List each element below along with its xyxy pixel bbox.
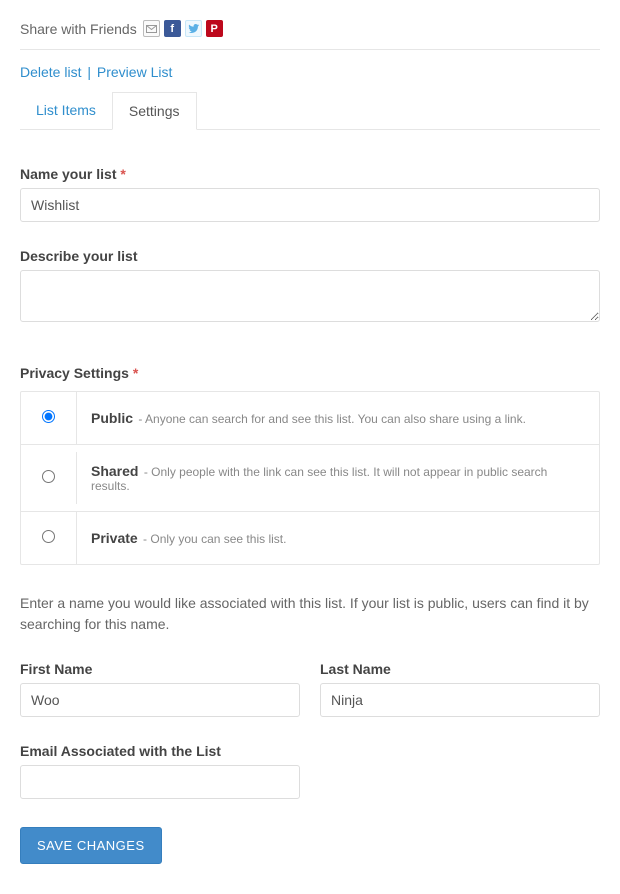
twitter-icon[interactable] [185, 20, 202, 37]
privacy-label-cell: Shared - Only people with the link can s… [77, 445, 599, 511]
share-icons: f P [143, 20, 223, 37]
required-mark: * [133, 365, 138, 381]
first-name-col: First Name [20, 661, 300, 717]
privacy-radio-cell [21, 392, 77, 444]
first-name-input[interactable] [20, 683, 300, 717]
preview-list-link[interactable]: Preview List [97, 64, 172, 80]
describe-label: Describe your list [20, 248, 600, 264]
privacy-radio-shared[interactable] [42, 470, 55, 483]
delete-list-link[interactable]: Delete list [20, 64, 81, 80]
first-name-label: First Name [20, 661, 300, 677]
privacy-row-shared: Shared - Only people with the link can s… [21, 445, 599, 512]
privacy-radio-public[interactable] [42, 410, 55, 423]
privacy-desc: - Only people with the link can see this… [91, 465, 547, 493]
share-row: Share with Friends f P [20, 20, 600, 50]
privacy-label: Privacy Settings * [20, 365, 600, 381]
email-input[interactable] [20, 765, 300, 799]
tab-list-items[interactable]: List Items [20, 92, 112, 129]
name-input[interactable] [20, 188, 600, 222]
name-label: Name your list * [20, 166, 600, 182]
privacy-name: Shared [91, 463, 138, 479]
privacy-label-cell: Public - Anyone can search for and see t… [77, 392, 599, 444]
mail-icon[interactable] [143, 20, 160, 37]
privacy-label-cell: Private - Only you can see this list. [77, 512, 599, 564]
required-mark: * [120, 166, 125, 182]
describe-textarea[interactable] [20, 270, 600, 322]
last-name-input[interactable] [320, 683, 600, 717]
tabs: List Items Settings [20, 92, 600, 130]
email-label: Email Associated with the List [20, 743, 600, 759]
privacy-desc: - Anyone can search for and see this lis… [138, 412, 526, 426]
share-label: Share with Friends [20, 21, 137, 37]
facebook-icon[interactable]: f [164, 20, 181, 37]
privacy-row-public: Public - Anyone can search for and see t… [21, 392, 599, 445]
privacy-desc: - Only you can see this list. [143, 532, 286, 546]
last-name-col: Last Name [320, 661, 600, 717]
privacy-name: Private [91, 530, 138, 546]
helper-text: Enter a name you would like associated w… [20, 593, 600, 635]
privacy-radio-private[interactable] [42, 530, 55, 543]
privacy-table: Public - Anyone can search for and see t… [20, 391, 600, 565]
action-row: Delete list | Preview List [20, 50, 600, 92]
privacy-name: Public [91, 410, 133, 426]
privacy-radio-cell [21, 452, 77, 504]
save-button[interactable]: SAVE CHANGES [20, 827, 162, 864]
pinterest-icon[interactable]: P [206, 20, 223, 37]
settings-form: Name your list * Describe your list Priv… [20, 166, 600, 864]
tab-settings[interactable]: Settings [112, 92, 197, 130]
action-divider: | [85, 64, 93, 80]
last-name-label: Last Name [320, 661, 600, 677]
privacy-radio-cell [21, 512, 77, 564]
name-row: First Name Last Name [20, 661, 600, 717]
privacy-row-private: Private - Only you can see this list. [21, 512, 599, 564]
